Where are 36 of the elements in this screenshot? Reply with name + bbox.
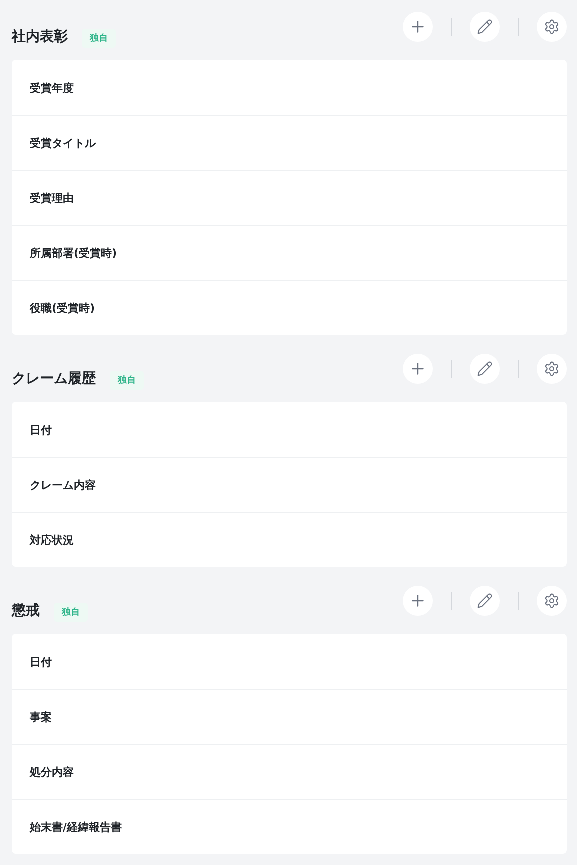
settings-button[interactable]	[537, 586, 567, 616]
section-title: クレーム履歴	[12, 370, 96, 389]
section-title: 社内表彰	[12, 28, 68, 47]
settings-icon	[544, 361, 560, 377]
section-title: 懲戒	[12, 602, 40, 621]
pencil-icon	[477, 19, 493, 35]
plus-icon	[409, 18, 427, 36]
field-label: 受賞理由	[30, 190, 74, 206]
field-label: 日付	[30, 654, 52, 670]
add-button[interactable]	[403, 12, 433, 42]
add-button[interactable]	[403, 586, 433, 616]
pencil-icon	[477, 593, 493, 609]
field-label: 受賞タイトル	[30, 136, 96, 150]
field-label: 始末書/経緯報告書	[30, 820, 122, 834]
add-button[interactable]	[403, 354, 433, 384]
field-label: 受賞年度	[30, 80, 74, 96]
plus-icon	[409, 592, 427, 610]
tag: 独自	[82, 29, 116, 48]
field-label: クレーム内容	[30, 478, 96, 492]
field-label: 日付	[30, 422, 52, 438]
edit-button[interactable]	[470, 12, 500, 42]
tag: 独自	[54, 603, 88, 622]
edit-button[interactable]	[470, 354, 500, 384]
tag: 独自	[110, 371, 144, 390]
field-label: 役職(受賞時)	[30, 300, 96, 316]
field-label: 所属部署(受賞時)	[30, 246, 118, 260]
plus-icon	[409, 360, 427, 378]
field-label: 対応状況	[30, 532, 74, 548]
settings-button[interactable]	[537, 12, 567, 42]
settings-button[interactable]	[537, 354, 567, 384]
pencil-icon	[477, 361, 493, 377]
settings-icon	[544, 593, 560, 609]
settings-icon	[544, 19, 560, 35]
field-label: 処分内容	[30, 764, 74, 780]
field-label: 事案	[30, 710, 52, 724]
edit-button[interactable]	[470, 586, 500, 616]
